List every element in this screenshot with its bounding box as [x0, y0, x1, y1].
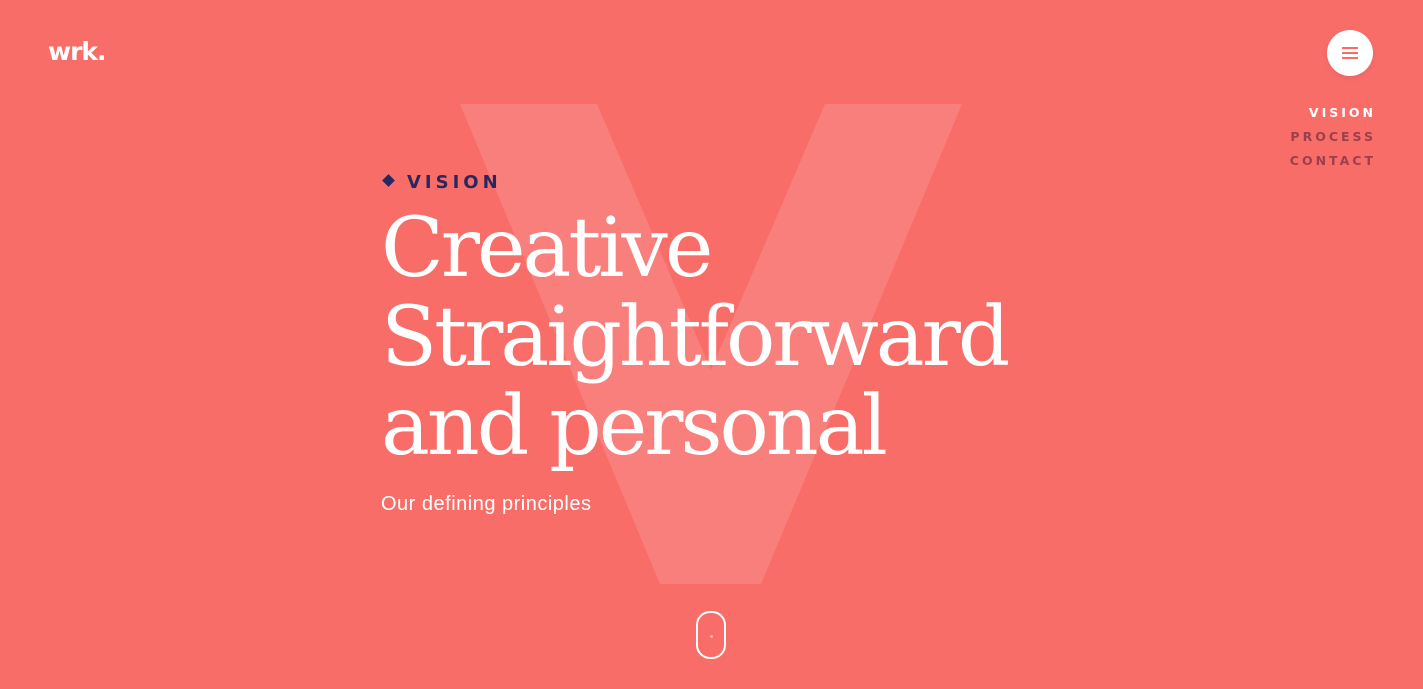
diamond-icon [382, 173, 395, 187]
logo[interactable]: wrk. [48, 36, 107, 68]
side-nav: VISION PROCESS CONTACT [1290, 101, 1373, 173]
nav-item-process[interactable]: PROCESS [1290, 125, 1376, 149]
menu-button[interactable] [1327, 30, 1373, 76]
hero-headline: Creative Straightforward and personal [381, 201, 1010, 474]
section-label: VISION [407, 171, 502, 193]
nav-item-vision[interactable]: VISION [1290, 101, 1376, 125]
hero-subtitle: Our defining principles [381, 493, 592, 515]
scroll-dot [710, 635, 713, 638]
nav-item-contact[interactable]: CONTACT [1290, 149, 1376, 173]
hamburger-icon [1342, 47, 1358, 59]
headline-line-2: Straightforward [381, 290, 1010, 385]
mouse-scroll-icon[interactable] [696, 611, 726, 659]
headline-line-1: Creative [381, 201, 713, 296]
section-eyebrow: VISION [382, 170, 502, 194]
headline-line-3: and personal [381, 379, 888, 474]
